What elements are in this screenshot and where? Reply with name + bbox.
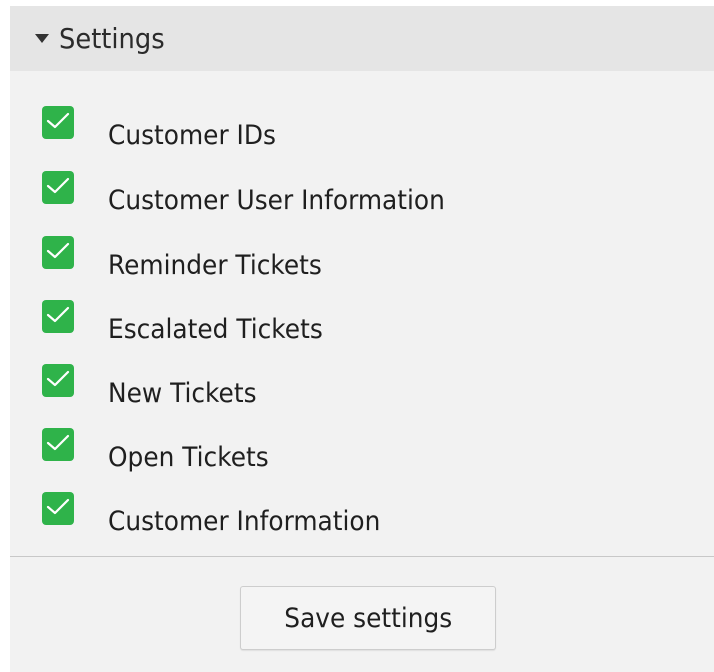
checkbox[interactable] (42, 428, 74, 461)
checkmark-icon (46, 177, 70, 194)
checkmark-icon (46, 242, 70, 259)
checkmark-icon (46, 112, 70, 129)
checkmark-icon (46, 370, 70, 387)
checkbox[interactable] (42, 236, 74, 269)
setting-item-customer-user-information[interactable]: Customer User Information (42, 171, 682, 221)
settings-panel: Settings Customer IDs Customer User Info… (10, 6, 714, 672)
settings-list: Customer IDs Customer User Information R… (10, 71, 714, 556)
setting-label: Open Tickets (108, 442, 269, 473)
checkmark-icon (46, 306, 70, 323)
checkmark-icon (46, 498, 70, 515)
setting-item-escalated-tickets[interactable]: Escalated Tickets (42, 300, 682, 350)
save-settings-button[interactable]: Save settings (240, 586, 496, 650)
checkbox[interactable] (42, 492, 74, 525)
setting-label: Customer User Information (108, 185, 445, 216)
divider (10, 556, 714, 557)
setting-item-reminder-tickets[interactable]: Reminder Tickets (42, 236, 682, 286)
setting-item-open-tickets[interactable]: Open Tickets (42, 428, 682, 478)
panel-title: Settings (59, 21, 165, 55)
setting-item-new-tickets[interactable]: New Tickets (42, 364, 682, 414)
setting-label: Customer Information (108, 506, 381, 537)
checkmark-icon (46, 434, 70, 451)
setting-label: Escalated Tickets (108, 314, 323, 345)
checkbox[interactable] (42, 364, 74, 397)
setting-label: Reminder Tickets (108, 250, 322, 281)
save-settings-label: Save settings (284, 602, 452, 634)
setting-item-customer-ids[interactable]: Customer IDs (42, 106, 682, 156)
checkbox[interactable] (42, 171, 74, 204)
checkbox[interactable] (42, 300, 74, 333)
checkbox[interactable] (42, 106, 74, 139)
setting-label: New Tickets (108, 378, 257, 409)
setting-item-customer-information[interactable]: Customer Information (42, 492, 682, 542)
caret-down-icon[interactable] (35, 34, 49, 43)
setting-label: Customer IDs (108, 120, 276, 151)
settings-panel-header[interactable]: Settings (10, 6, 714, 71)
